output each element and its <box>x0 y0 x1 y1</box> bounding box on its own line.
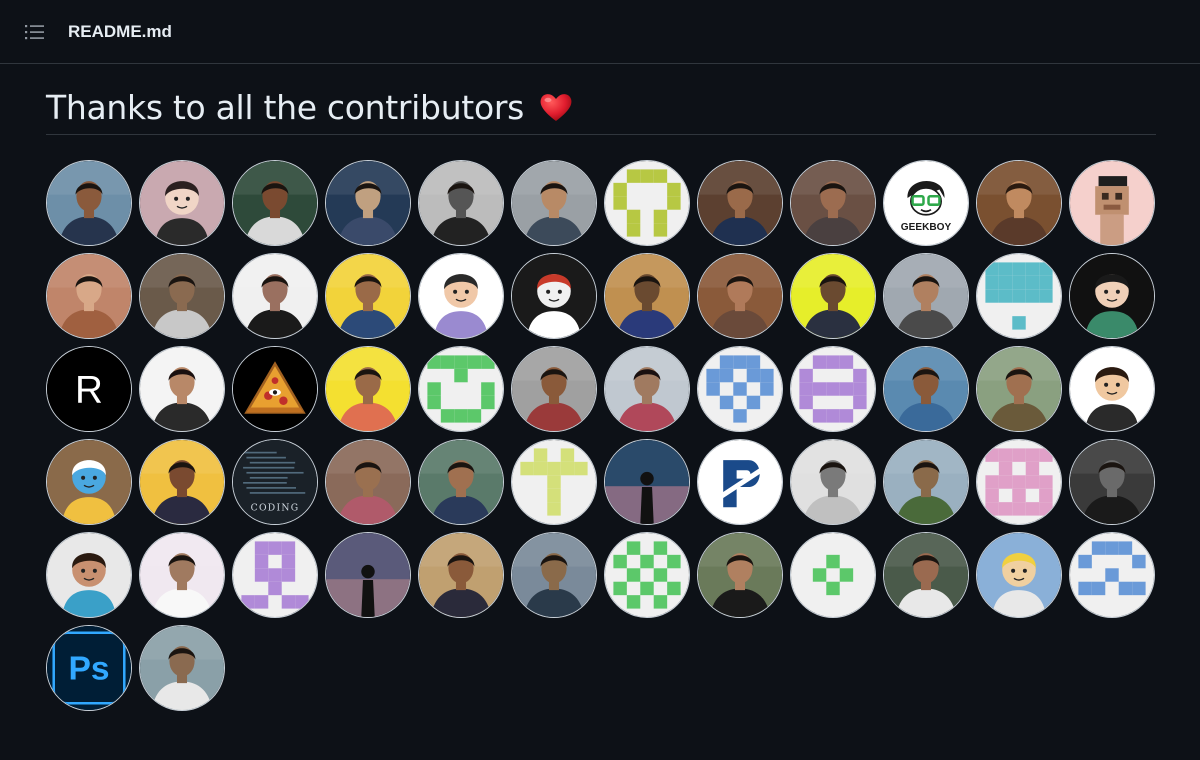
contributor-avatar[interactable] <box>883 346 969 432</box>
contributor-avatar[interactable] <box>511 439 597 525</box>
contributor-avatar[interactable]: Ps <box>46 625 132 711</box>
contributor-avatar[interactable] <box>46 160 132 246</box>
avatar-text: CODING <box>251 503 300 514</box>
contributor-avatar[interactable] <box>883 532 969 618</box>
contributor-avatar[interactable] <box>418 346 504 432</box>
contributor-avatar[interactable]: R <box>46 346 132 432</box>
contributor-avatar[interactable] <box>976 160 1062 246</box>
contributor-avatar[interactable] <box>1069 532 1155 618</box>
contributor-avatar[interactable] <box>697 253 783 339</box>
contributor-avatar[interactable] <box>790 253 876 339</box>
contributor-avatar[interactable] <box>697 160 783 246</box>
contributor-avatar[interactable] <box>46 253 132 339</box>
contributor-avatar[interactable] <box>511 532 597 618</box>
contributor-avatar[interactable] <box>697 346 783 432</box>
contributor-avatar[interactable] <box>883 253 969 339</box>
contributor-avatar[interactable] <box>139 439 225 525</box>
contributor-avatar[interactable] <box>976 346 1062 432</box>
contributor-avatar[interactable] <box>139 346 225 432</box>
contributor-avatar[interactable] <box>325 253 411 339</box>
avatar-text: Ps <box>68 651 109 688</box>
contributor-avatar[interactable] <box>139 532 225 618</box>
contributor-avatar[interactable] <box>1069 346 1155 432</box>
contributor-avatar[interactable] <box>139 253 225 339</box>
avatar-text: GEEKBOY <box>901 222 952 233</box>
contributor-avatar[interactable] <box>325 439 411 525</box>
readme-filename[interactable]: README.md <box>68 22 172 42</box>
contributor-avatar[interactable] <box>604 160 690 246</box>
contributor-avatar[interactable] <box>883 439 969 525</box>
contributor-avatar[interactable]: CODING <box>232 439 318 525</box>
contributor-avatar[interactable] <box>1069 160 1155 246</box>
contributor-avatar[interactable] <box>1069 439 1155 525</box>
avatar-text: R <box>75 368 103 411</box>
contributors-heading: Thanks to all the contributors <box>46 87 524 127</box>
contributor-avatar[interactable] <box>790 160 876 246</box>
contributor-avatar[interactable] <box>976 253 1062 339</box>
contributor-avatar[interactable] <box>232 346 318 432</box>
contributor-avatar[interactable] <box>418 160 504 246</box>
contributor-avatar[interactable] <box>976 532 1062 618</box>
contributor-avatar[interactable] <box>46 439 132 525</box>
contributor-avatar[interactable] <box>976 439 1062 525</box>
contributor-avatar[interactable] <box>232 532 318 618</box>
contributor-avatar[interactable] <box>325 532 411 618</box>
contributor-avatar[interactable] <box>604 253 690 339</box>
contributor-avatar[interactable] <box>325 346 411 432</box>
readme-header: README.md <box>0 0 1200 64</box>
list-unordered-icon[interactable] <box>22 19 48 45</box>
contributor-avatar[interactable] <box>604 346 690 432</box>
contributor-avatar[interactable] <box>1069 253 1155 339</box>
contributor-avatar[interactable] <box>511 346 597 432</box>
contributors-grid: GEEKBOY R CODING Ps <box>46 160 1155 711</box>
contributor-avatar[interactable] <box>139 625 225 711</box>
contributor-avatar[interactable] <box>325 160 411 246</box>
contributor-avatar[interactable] <box>139 160 225 246</box>
contributor-avatar[interactable]: GEEKBOY <box>883 160 969 246</box>
contributor-avatar[interactable] <box>511 253 597 339</box>
contributor-avatar[interactable] <box>418 253 504 339</box>
contributor-avatar[interactable] <box>604 532 690 618</box>
contributor-avatar[interactable] <box>604 439 690 525</box>
contributor-avatar[interactable] <box>46 532 132 618</box>
readme-body: Thanks to all the contributors <box>46 84 1156 135</box>
contributor-avatar[interactable] <box>232 253 318 339</box>
contributor-avatar[interactable] <box>418 532 504 618</box>
contributor-avatar[interactable] <box>511 160 597 246</box>
contributor-avatar[interactable] <box>790 439 876 525</box>
contributor-avatar[interactable] <box>232 160 318 246</box>
contributor-avatar[interactable] <box>418 439 504 525</box>
contributor-avatar[interactable] <box>790 346 876 432</box>
contributors-heading-row: Thanks to all the contributors <box>46 84 1156 135</box>
contributor-avatar[interactable] <box>697 532 783 618</box>
contributor-avatar[interactable] <box>790 532 876 618</box>
contributor-avatar[interactable] <box>697 439 783 525</box>
heart-icon <box>538 91 574 123</box>
